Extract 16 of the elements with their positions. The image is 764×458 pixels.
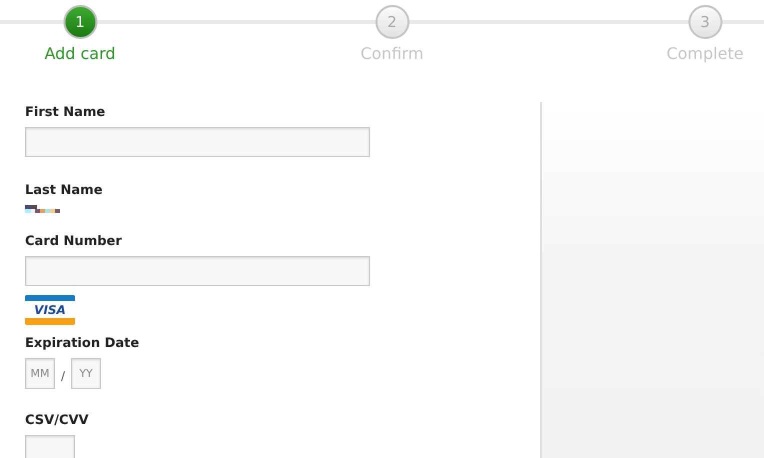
step-label: Add card (44, 43, 116, 65)
step-label: Complete (666, 43, 744, 65)
card-number-field[interactable] (25, 256, 370, 286)
field-label: Card Number (25, 234, 123, 250)
visa-logo: VISA (25, 295, 75, 325)
field-label: CSV/CVV (25, 413, 90, 429)
field-label: First Name (25, 105, 106, 121)
month-field[interactable]: MM (25, 358, 55, 389)
date-separator: / (61, 368, 66, 384)
first-name-field[interactable] (25, 127, 370, 157)
field-label: Last Name (25, 183, 104, 199)
step-label: Confirm (360, 43, 424, 65)
cvv-field[interactable] (25, 435, 75, 458)
broken-image-icon (25, 205, 61, 213)
field-label: Expiration Date (25, 336, 140, 352)
year-field[interactable]: YY (71, 358, 102, 389)
